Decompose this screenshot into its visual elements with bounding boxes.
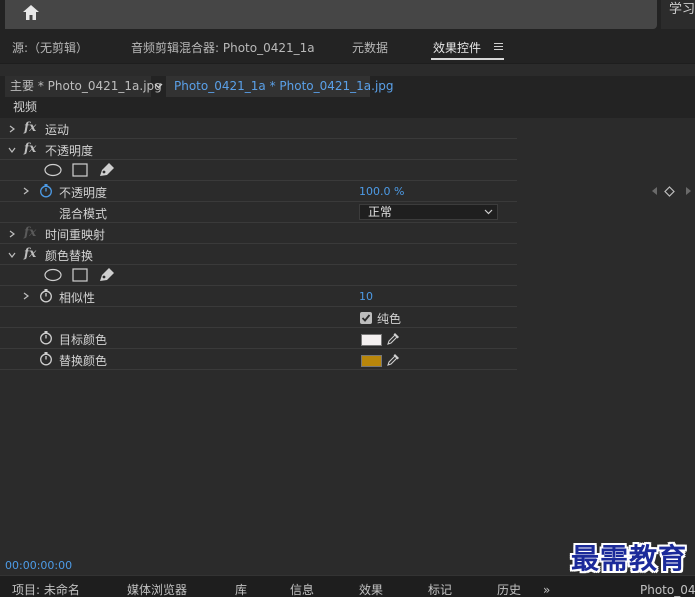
bottom-tab-bar — [0, 575, 695, 592]
similarity-label: 相似性 — [59, 291, 96, 305]
row-divider — [0, 159, 517, 160]
row-divider — [0, 264, 517, 265]
expand-arrow-icon[interactable] — [8, 230, 16, 238]
row-divider — [0, 180, 517, 181]
ellipse-mask-icon[interactable] — [44, 268, 62, 282]
row-divider — [0, 348, 517, 349]
fx-badge-icon[interactable]: fx — [24, 141, 36, 155]
tab-history[interactable]: 历史 — [497, 584, 521, 596]
fx-badge-icon[interactable]: fx — [24, 120, 36, 134]
timeline-area — [517, 97, 695, 556]
tab-project[interactable]: 项目: 未命名 — [12, 584, 80, 596]
tab-source[interactable]: 源:（无剪辑） — [12, 38, 88, 58]
stopwatch-active-icon[interactable] — [39, 183, 53, 198]
fx-badge-icon[interactable]: fx — [24, 246, 36, 260]
blend-mode-select[interactable]: 正常 — [359, 204, 498, 220]
chevron-down-icon[interactable] — [484, 207, 493, 216]
replace-color-label: 替换颜色 — [59, 354, 108, 368]
row-divider — [0, 327, 517, 328]
tab-effect-controls[interactable]: 效果控件 — [433, 38, 481, 58]
sequence-clip-tab[interactable]: Photo_0421_1a * Photo_0421_1a.jpg — [166, 76, 394, 97]
current-timecode[interactable]: 00:00:00:00 — [5, 559, 72, 573]
solid-color-label: 纯色 — [377, 312, 402, 326]
effect-motion-label: 运动 — [45, 123, 70, 137]
collapse-arrow-icon[interactable] — [8, 251, 16, 259]
stopwatch-icon[interactable] — [39, 330, 53, 345]
opacity-property-label: 不透明度 — [59, 186, 108, 200]
tab-audio-clip-mixer[interactable]: 音频剪辑混合器: Photo_0421_1a — [131, 38, 315, 58]
effect-color-replace-label: 颜色替换 — [45, 249, 94, 263]
tab-media-browser[interactable]: 媒体浏览器 — [127, 584, 187, 596]
more-tabs-icon[interactable]: » — [543, 584, 550, 596]
home-icon[interactable] — [21, 3, 41, 23]
tab-metadata[interactable]: 元数据 — [352, 38, 388, 58]
effect-time-remap-label: 时间重映射 — [45, 228, 106, 242]
panel-tab-bar — [0, 36, 695, 63]
video-section-header — [0, 97, 695, 118]
tab-info[interactable]: 信息 — [290, 584, 314, 596]
chevron-down-icon[interactable] — [153, 80, 164, 92]
row-divider — [0, 243, 517, 244]
ellipse-mask-icon[interactable] — [44, 163, 62, 177]
rectangle-mask-icon[interactable] — [72, 268, 88, 282]
pen-mask-icon[interactable] — [98, 267, 115, 283]
fx-badge-disabled-icon: fx — [24, 225, 37, 239]
checkmark-icon — [361, 314, 371, 322]
expand-arrow-icon[interactable] — [22, 292, 30, 300]
target-color-label: 目标颜色 — [59, 333, 108, 347]
row-divider — [0, 285, 517, 286]
video-section-label: 视频 — [13, 100, 38, 114]
row-divider — [0, 201, 517, 202]
eyedropper-icon[interactable] — [386, 352, 401, 367]
add-keyframe-icon[interactable] — [664, 186, 675, 197]
stopwatch-icon[interactable] — [39, 288, 53, 303]
pen-mask-icon[interactable] — [98, 162, 115, 178]
blend-mode-label: 混合模式 — [59, 207, 108, 221]
replace-color-swatch[interactable] — [361, 355, 382, 367]
tab-libraries[interactable]: 库 — [235, 584, 247, 596]
previous-keyframe-icon[interactable] — [651, 186, 659, 196]
eyedropper-icon[interactable] — [386, 331, 401, 346]
tab-markers[interactable]: 标记 — [428, 584, 452, 596]
row-divider — [0, 138, 517, 139]
similarity-value[interactable]: 10 — [359, 290, 373, 303]
target-color-swatch[interactable] — [361, 334, 382, 346]
stopwatch-icon[interactable] — [39, 351, 53, 366]
expand-arrow-icon[interactable] — [22, 187, 30, 195]
panel-menu-icon[interactable] — [494, 41, 504, 53]
tab-effects[interactable]: 效果 — [359, 584, 383, 596]
active-tab-indicator — [431, 58, 504, 60]
expand-arrow-icon[interactable] — [8, 125, 16, 133]
master-clip-tab[interactable]: 主要 * Photo_0421_1a.jpg — [5, 76, 162, 97]
row-divider — [0, 222, 517, 223]
rectangle-mask-icon[interactable] — [72, 163, 88, 177]
row-divider — [0, 369, 517, 370]
opacity-value[interactable]: 100.0 % — [359, 185, 404, 198]
collapse-arrow-icon[interactable] — [8, 146, 16, 154]
tab-sequence[interactable]: Photo_04 — [640, 584, 695, 596]
home-bar — [5, 0, 657, 29]
next-keyframe-icon[interactable] — [684, 186, 692, 196]
learn-workspace-tab[interactable]: 学习 — [661, 0, 695, 29]
watermark-logo: 最需教育 — [571, 542, 688, 575]
effect-opacity-label: 不透明度 — [45, 144, 94, 158]
solid-color-checkbox[interactable] — [360, 312, 372, 324]
row-divider — [0, 306, 517, 307]
